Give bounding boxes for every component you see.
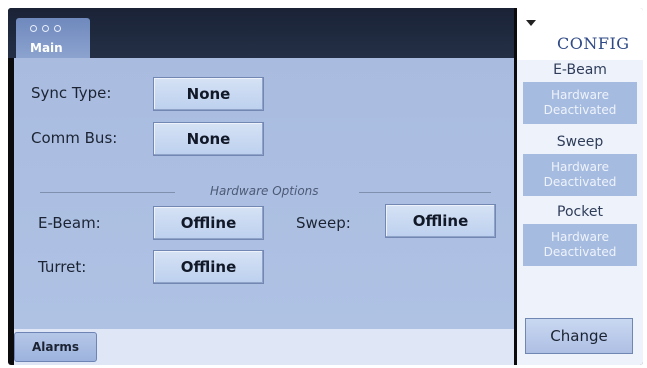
dots-icon xyxy=(30,25,61,32)
turret-label: Turret: xyxy=(38,258,87,276)
turret-button[interactable]: Offline xyxy=(153,250,264,284)
config-panel: CONFIG E-Beam Hardware Deactivated Sweep… xyxy=(514,8,643,365)
divider-right xyxy=(359,192,491,193)
status-line: Hardware xyxy=(551,230,609,244)
sweep-label: Sweep: xyxy=(296,214,351,232)
ebeam-button[interactable]: Offline xyxy=(153,206,264,240)
device-screen: Main Sync Type: None Comm Bus: None Hard… xyxy=(8,8,643,365)
status-line: Hardware xyxy=(551,160,609,174)
config-ebeam-status: Hardware Deactivated xyxy=(523,82,637,124)
sync-type-button[interactable]: None xyxy=(153,77,264,111)
config-sweep-status: Hardware Deactivated xyxy=(523,154,637,196)
tab-main-label: Main xyxy=(30,41,63,55)
chevron-down-icon xyxy=(526,20,536,26)
change-button[interactable]: Change xyxy=(525,318,633,354)
comm-bus-button[interactable]: None xyxy=(153,122,264,156)
config-pocket-status: Hardware Deactivated xyxy=(523,224,637,266)
status-line: Hardware xyxy=(551,88,609,102)
config-header[interactable]: CONFIG xyxy=(517,8,643,60)
main-panel: Sync Type: None Comm Bus: None Hardware … xyxy=(14,58,514,329)
tab-main[interactable]: Main xyxy=(16,18,90,58)
config-pocket-title: Pocket xyxy=(557,204,603,220)
sync-type-label: Sync Type: xyxy=(31,84,112,102)
alarms-button[interactable]: Alarms xyxy=(14,332,97,362)
config-title: CONFIG xyxy=(557,34,630,53)
top-bar: Main xyxy=(8,8,514,58)
ebeam-label: E-Beam: xyxy=(38,214,101,232)
status-line: Deactivated xyxy=(543,103,617,117)
hardware-options-title: Hardware Options xyxy=(210,184,319,198)
sweep-button[interactable]: Offline xyxy=(385,204,496,238)
divider-left xyxy=(40,192,175,193)
config-ebeam-title: E-Beam xyxy=(553,62,607,78)
status-line: Deactivated xyxy=(543,245,617,259)
status-line: Deactivated xyxy=(543,175,617,189)
comm-bus-label: Comm Bus: xyxy=(31,129,118,147)
config-sweep-title: Sweep xyxy=(556,134,604,150)
